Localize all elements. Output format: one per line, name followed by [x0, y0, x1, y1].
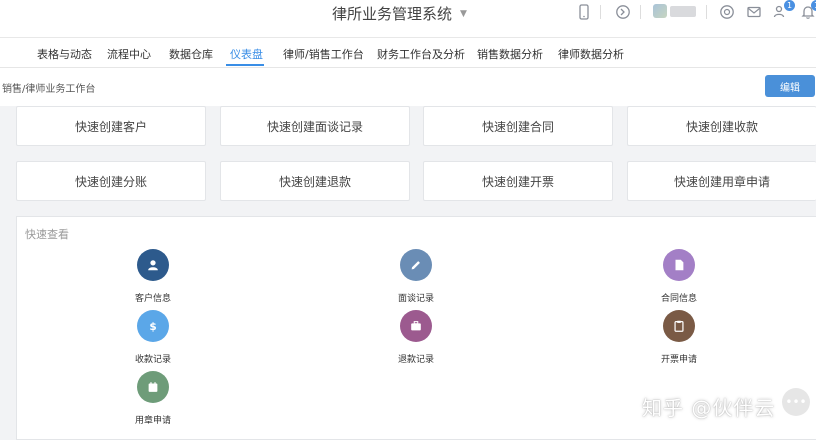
breadcrumb: 销售/律师业务工作台: [2, 84, 96, 95]
quick-view-label: 客户信息: [134, 294, 171, 304]
quick-view-label: 收款记录: [134, 355, 171, 365]
quick-view-title: 快速查看: [25, 228, 69, 241]
mobile-icon[interactable]: [576, 4, 592, 20]
tab-dashboard[interactable]: 仪表盘: [230, 46, 263, 62]
tab-sales-analysis[interactable]: 销售数据分析: [477, 46, 543, 62]
quick-create-invoice-button[interactable]: 快速创建开票: [423, 161, 613, 201]
user-icon: [137, 249, 169, 281]
top-header: 律所业务管理系统 ▼ 1 1: [0, 0, 816, 38]
divider: [706, 5, 707, 19]
quick-view-seal[interactable]: 用章申请: [113, 371, 193, 426]
avatar[interactable]: [653, 4, 667, 18]
active-tab-indicator: [226, 64, 264, 66]
divider: [640, 5, 641, 19]
mail-icon[interactable]: [746, 4, 762, 20]
quick-create-payment-button[interactable]: 快速创建收款: [627, 106, 816, 146]
tab-lawyer-analysis[interactable]: 律师数据分析: [558, 46, 624, 62]
quick-view-label: 退款记录: [397, 355, 434, 365]
quick-create-contract-button[interactable]: 快速创建合同: [423, 106, 613, 146]
tab-process-center[interactable]: 流程中心: [107, 46, 151, 62]
tab-lawyer-sales-workbench[interactable]: 律师/销售工作台: [283, 46, 364, 62]
main-tabs: 表格与动态 流程中心 数据仓库 仪表盘 律师/销售工作台 财务工作台及分析 销售…: [0, 38, 816, 68]
team-icon[interactable]: 1: [773, 0, 795, 20]
clipboard-icon: [663, 310, 695, 342]
quick-view-label: 合同信息: [660, 294, 697, 304]
quick-create-interview-button[interactable]: 快速创建面谈记录: [220, 106, 410, 146]
quick-view-label: 开票申请: [660, 355, 697, 365]
quick-view-customer[interactable]: 客户信息: [113, 249, 193, 304]
quick-view-label: 面谈记录: [397, 294, 434, 304]
quick-view-interview[interactable]: 面谈记录: [376, 249, 456, 304]
divider: [600, 5, 601, 19]
system-title: 律所业务管理系统: [332, 5, 453, 23]
edit-button[interactable]: 编辑: [765, 75, 815, 97]
quick-create-split-button[interactable]: 快速创建分账: [16, 161, 206, 201]
help-icon[interactable]: [719, 4, 735, 20]
user-name-blurred[interactable]: [670, 6, 696, 17]
pencil-icon: [400, 249, 432, 281]
quick-create-customer-button[interactable]: 快速创建客户: [16, 106, 206, 146]
watermark: 知乎 @伙伴云: [642, 396, 776, 420]
quick-view-refund[interactable]: 退款记录: [376, 310, 456, 365]
quick-view-contract[interactable]: 合同信息: [639, 249, 719, 304]
quick-create-refund-button[interactable]: 快速创建退款: [220, 161, 410, 201]
tab-finance-workbench[interactable]: 财务工作台及分析: [377, 46, 465, 62]
quick-view-invoice[interactable]: 开票申请: [639, 310, 719, 365]
quick-create-seal-button[interactable]: 快速创建用章申请: [627, 161, 816, 201]
bell-icon[interactable]: 1: [800, 0, 816, 20]
team-badge: 1: [784, 0, 795, 11]
quick-view-payment[interactable]: $ 收款记录: [113, 310, 193, 365]
system-title-switcher[interactable]: 律所业务管理系统 ▼: [332, 3, 467, 24]
tab-data-warehouse[interactable]: 数据仓库: [169, 46, 213, 62]
app-window: 律所业务管理系统 ▼ 1 1 表格与动态 流程中心 数: [0, 0, 816, 440]
dollar-icon: $: [137, 310, 169, 342]
more-options-button[interactable]: •••: [782, 388, 810, 416]
briefcase-icon: [400, 310, 432, 342]
quick-view-label: 用章申请: [134, 416, 171, 426]
tab-table-activity[interactable]: 表格与动态: [37, 46, 92, 62]
calendar-icon: [137, 371, 169, 403]
support-icon[interactable]: [615, 4, 631, 20]
document-icon: [663, 249, 695, 281]
breadcrumb-bar: 销售/律师业务工作台: [0, 68, 816, 106]
caret-down-icon: ▼: [460, 8, 467, 19]
bell-badge: 1: [811, 0, 816, 11]
svg-text:$: $: [149, 321, 156, 333]
